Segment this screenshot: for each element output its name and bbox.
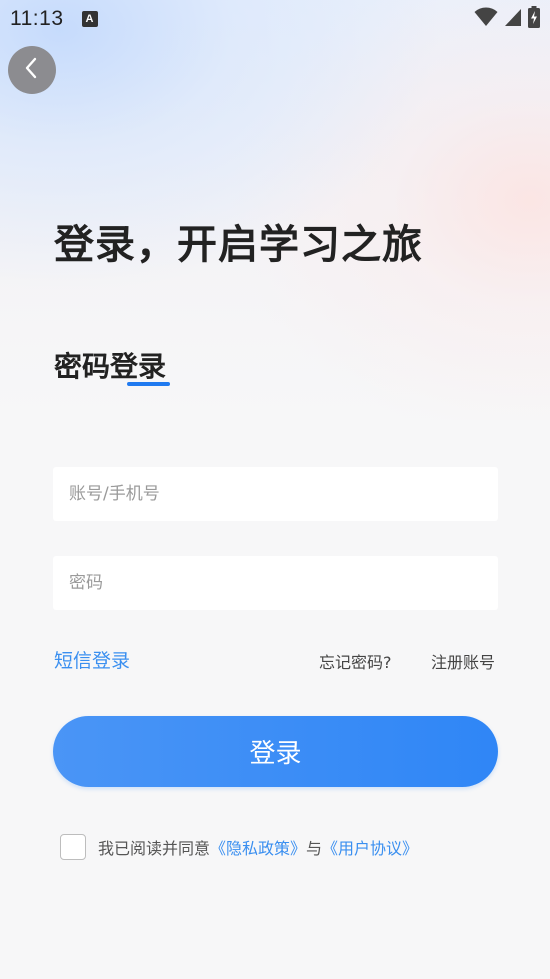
login-button[interactable]: 登录 bbox=[53, 716, 498, 787]
battery-charging-icon bbox=[528, 6, 540, 32]
agreement-checkbox[interactable] bbox=[60, 834, 86, 860]
tab-password-login[interactable]: 密码登录 bbox=[54, 345, 166, 385]
back-button[interactable] bbox=[8, 46, 56, 94]
forgot-password-link[interactable]: 忘记密码? bbox=[319, 649, 392, 673]
status-time: 11:13 bbox=[10, 7, 64, 30]
page-headline: 登录，开启学习之旅 bbox=[54, 222, 423, 268]
agreement-conjunction: 与 bbox=[306, 839, 323, 858]
password-field[interactable] bbox=[53, 556, 498, 610]
status-icons bbox=[474, 6, 540, 32]
status-bar: 11:13 A bbox=[0, 0, 550, 38]
sms-login-link[interactable]: 短信登录 bbox=[54, 646, 130, 673]
chevron-left-icon bbox=[22, 56, 42, 84]
signal-icon bbox=[504, 7, 522, 31]
account-input[interactable] bbox=[69, 467, 498, 521]
notification-a-icon: A bbox=[81, 11, 98, 27]
tab-active-indicator bbox=[127, 382, 170, 386]
user-agreement-link[interactable]: 《用户协议》 bbox=[322, 835, 418, 859]
password-input[interactable] bbox=[69, 556, 498, 610]
privacy-policy-link[interactable]: 《隐私政策》 bbox=[210, 835, 306, 859]
account-field[interactable] bbox=[53, 467, 498, 521]
wifi-icon bbox=[474, 7, 498, 31]
agreement-prefix: 我已阅读并同意 bbox=[98, 839, 211, 858]
agreement-row: 我已阅读并同意 《隐私政策》 与 《用户协议》 bbox=[60, 834, 418, 860]
register-link[interactable]: 注册账号 bbox=[431, 649, 495, 673]
